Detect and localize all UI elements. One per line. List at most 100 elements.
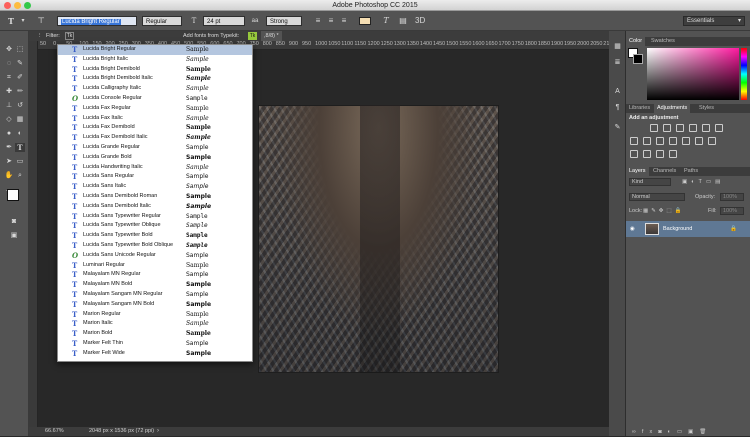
- crop-tool-icon[interactable]: ⌗: [4, 73, 14, 82]
- workspace-select[interactable]: Essentials ▾: [683, 16, 745, 26]
- posterize-icon[interactable]: [630, 150, 638, 158]
- levels-icon[interactable]: [663, 124, 671, 132]
- color-lookup-icon[interactable]: [695, 137, 703, 145]
- typekit-add-fonts[interactable]: Add fonts from Typekit: Tk: [183, 32, 273, 40]
- clone-stamp-tool-icon[interactable]: ⊥: [4, 101, 14, 110]
- font-menu-item[interactable]: T Marion Bold Sample: [58, 329, 252, 339]
- fill-field[interactable]: 100%: [720, 207, 744, 215]
- foreground-color-swatch[interactable]: [7, 189, 19, 201]
- typekit-filter-icon[interactable]: Tk: [65, 32, 74, 40]
- gradient-map-icon[interactable]: [656, 150, 664, 158]
- font-menu-item[interactable]: T Lucida Fax Demibold Italic Sample: [58, 133, 252, 143]
- align-left-icon[interactable]: ≡: [313, 16, 323, 26]
- font-menu-item[interactable]: T Marker Felt Wide Sample: [58, 349, 252, 359]
- threshold-icon[interactable]: [643, 150, 651, 158]
- color-picker-field[interactable]: [647, 48, 739, 100]
- triangle-icon[interactable]: [715, 124, 723, 132]
- character-panel-icon[interactable]: ▤: [398, 16, 408, 26]
- paragraph-panel-icon[interactable]: ¶: [613, 103, 622, 112]
- marquee-tool-icon[interactable]: ⬚: [15, 45, 25, 54]
- chevron-down-icon[interactable]: ▾: [18, 16, 28, 26]
- hand-tool-icon[interactable]: ✋: [4, 171, 14, 180]
- font-menu-item[interactable]: O Lucida Console Regular Sample: [58, 94, 252, 104]
- color-balance-icon[interactable]: [643, 137, 651, 145]
- font-size-field[interactable]: 24 pt: [203, 16, 245, 26]
- move-tool-icon[interactable]: ✥: [4, 45, 14, 54]
- background-color-swatch[interactable]: [633, 54, 643, 64]
- exposure-icon[interactable]: [689, 124, 697, 132]
- font-menu-item[interactable]: T Lucida Sans Demibold Italic Sample: [58, 202, 252, 212]
- font-menu-item[interactable]: T Lucida Sans Typewriter Bold Sample: [58, 231, 252, 241]
- screen-mode-icon[interactable]: ▣: [9, 231, 19, 240]
- zoom-window-button[interactable]: [24, 2, 31, 9]
- font-menu-item[interactable]: T Lucida Grande Bold Sample: [58, 153, 252, 163]
- 3d-text-icon[interactable]: 3D: [415, 16, 425, 26]
- tab-adjustments[interactable]: Adjustments: [654, 104, 691, 113]
- history-brush-tool-icon[interactable]: ↺: [15, 101, 25, 110]
- opacity-field[interactable]: 100%: [720, 193, 744, 201]
- font-menu-item[interactable]: T Lucida Bright Demibold Italic Sample: [58, 74, 252, 84]
- font-menu-item[interactable]: T Luminari Regular Sample: [58, 261, 252, 271]
- type-tool-preset-icon[interactable]: T: [6, 16, 16, 26]
- hue-saturation-icon[interactable]: [630, 137, 638, 145]
- history-panel-icon[interactable]: ▦: [613, 42, 622, 51]
- toggle-text-orientation-icon[interactable]: ⊤: [36, 16, 46, 26]
- curves-icon[interactable]: [676, 124, 684, 132]
- align-center-icon[interactable]: ≡: [326, 16, 336, 26]
- font-menu-item[interactable]: T Malayalam Sangam MN Regular Sample: [58, 290, 252, 300]
- tab-styles[interactable]: Styles: [696, 104, 717, 113]
- chevron-right-icon[interactable]: ›: [157, 427, 159, 436]
- font-menu-item[interactable]: T Lucida Bright Demibold Sample: [58, 65, 252, 75]
- channel-mixer-icon[interactable]: [682, 137, 690, 145]
- gradient-tool-icon[interactable]: ▦: [15, 115, 25, 124]
- font-menu-item[interactable]: T Lucida Sans Regular Sample: [58, 172, 252, 182]
- font-menu-item[interactable]: T Marion Regular Sample: [58, 310, 252, 320]
- eyedropper-tool-icon[interactable]: ✐: [15, 73, 25, 82]
- tab-paths[interactable]: Paths: [681, 167, 701, 176]
- tab-layers[interactable]: Layers: [626, 167, 649, 176]
- font-menu-item[interactable]: T Lucida Calligraphy Italic Sample: [58, 84, 252, 94]
- brush-tool-icon[interactable]: ✏: [15, 87, 25, 96]
- character-panel-icon[interactable]: A: [613, 87, 622, 96]
- font-menu-item[interactable]: T Marion Italic Sample: [58, 319, 252, 329]
- type-tool-icon[interactable]: T: [15, 143, 25, 152]
- tab-color[interactable]: Color: [626, 37, 646, 46]
- layer-filter-icons[interactable]: ▣◐T▭▤: [682, 178, 724, 187]
- font-menu-item[interactable]: T Lucida Sans Typewriter Regular Sample: [58, 212, 252, 222]
- photo-filter-icon[interactable]: [669, 137, 677, 145]
- warp-text-icon[interactable]: 𝑇: [381, 16, 391, 26]
- black-white-icon[interactable]: [656, 137, 664, 145]
- font-menu-item[interactable]: T Lucida Sans Demibold Roman Sample: [58, 192, 252, 202]
- pen-tool-icon[interactable]: ✒: [4, 143, 14, 152]
- font-style-select[interactable]: Regular: [142, 16, 182, 26]
- eraser-tool-icon[interactable]: ◇: [4, 115, 14, 124]
- font-menu-item[interactable]: T Lucida Fax Regular Sample: [58, 104, 252, 114]
- path-selection-tool-icon[interactable]: ➤: [4, 157, 14, 166]
- brush-panel-icon[interactable]: ✎: [613, 123, 622, 132]
- font-menu-item[interactable]: T Lucida Handwriting Italic Sample: [58, 163, 252, 173]
- close-window-button[interactable]: [4, 2, 11, 9]
- align-right-icon[interactable]: ≡: [339, 16, 349, 26]
- zoom-level[interactable]: 66.67%: [45, 427, 64, 436]
- layer-filter-kind[interactable]: Kind: [629, 178, 671, 186]
- invert-icon[interactable]: [708, 137, 716, 145]
- font-menu-item[interactable]: T Lucida Bright Regular Sample: [58, 45, 252, 55]
- font-family-field[interactable]: Lucida Bright Regular: [57, 16, 137, 26]
- shape-tool-icon[interactable]: ▭: [15, 157, 25, 166]
- font-menu-item[interactable]: T Lucida Fax Demibold Sample: [58, 123, 252, 133]
- font-menu-item[interactable]: T Lucida Sans Typewriter Oblique Sample: [58, 221, 252, 231]
- font-menu-item[interactable]: T Lucida Grande Regular Sample: [58, 143, 252, 153]
- font-menu-item[interactable]: O Lucida Sans Unicode Regular Sample: [58, 251, 252, 261]
- healing-brush-tool-icon[interactable]: ✚: [4, 87, 14, 96]
- font-menu-item[interactable]: T Lucida Sans Italic Sample: [58, 182, 252, 192]
- blend-mode-select[interactable]: Normal: [629, 193, 685, 201]
- lasso-tool-icon[interactable]: ◌: [4, 59, 14, 68]
- text-color-swatch[interactable]: [359, 17, 371, 25]
- font-menu-item[interactable]: T Marker Felt Thin Sample: [58, 339, 252, 349]
- quick-select-tool-icon[interactable]: ✎: [15, 59, 25, 68]
- font-menu-item[interactable]: T Lucida Sans Typewriter Bold Oblique Samp…: [58, 241, 252, 251]
- filter-icon[interactable]: ⫶: [39, 31, 40, 41]
- font-menu-item[interactable]: T Malayalam Sangam MN Bold Sample: [58, 300, 252, 310]
- tab-swatches[interactable]: Swatches: [648, 37, 678, 46]
- tab-channels[interactable]: Channels: [650, 167, 679, 176]
